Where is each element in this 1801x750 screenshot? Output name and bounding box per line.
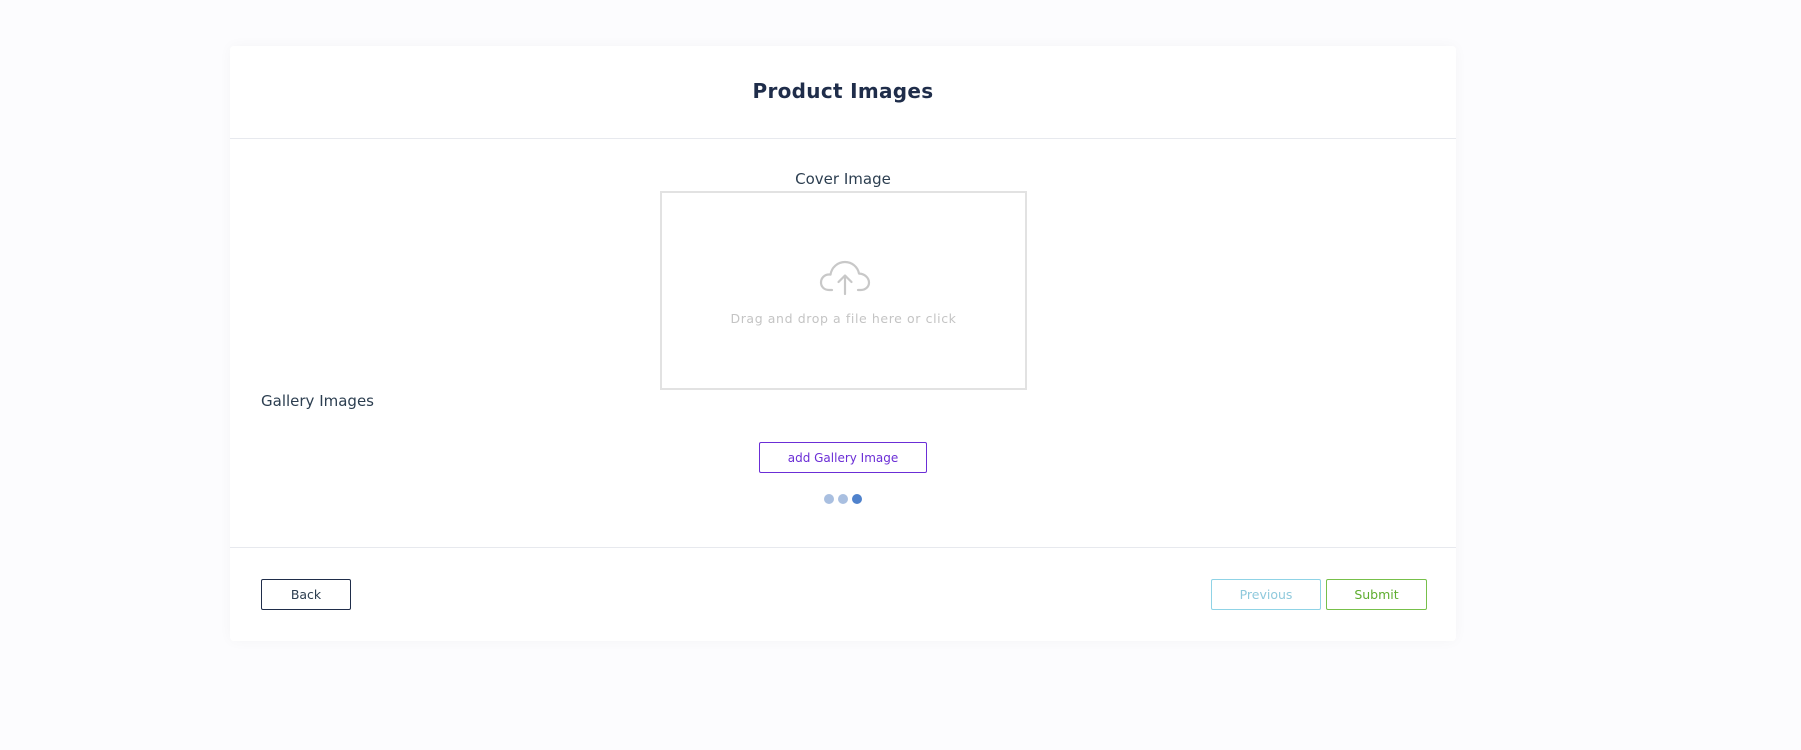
submit-button[interactable]: Submit bbox=[1326, 579, 1427, 610]
cloud-upload-icon bbox=[819, 260, 871, 296]
loader-dot bbox=[824, 494, 834, 504]
loader-dot-active bbox=[852, 494, 862, 504]
cover-image-label: Cover Image bbox=[795, 170, 891, 188]
cover-image-dropzone[interactable]: Drag and drop a file here or click bbox=[660, 191, 1027, 390]
back-button[interactable]: Back bbox=[261, 579, 351, 610]
page-title: Product Images bbox=[752, 79, 934, 103]
gallery-images-label: Gallery Images bbox=[261, 392, 374, 410]
footer-divider bbox=[230, 547, 1456, 548]
product-images-card: Product Images Cover Image Drag and drop… bbox=[230, 46, 1456, 641]
card-header: Product Images bbox=[230, 46, 1456, 139]
dropzone-message: Drag and drop a file here or click bbox=[730, 311, 957, 326]
previous-button[interactable]: Previous bbox=[1211, 579, 1321, 610]
add-gallery-image-button[interactable]: add Gallery Image bbox=[759, 442, 927, 473]
loading-indicator bbox=[824, 494, 864, 506]
loader-dot bbox=[838, 494, 848, 504]
